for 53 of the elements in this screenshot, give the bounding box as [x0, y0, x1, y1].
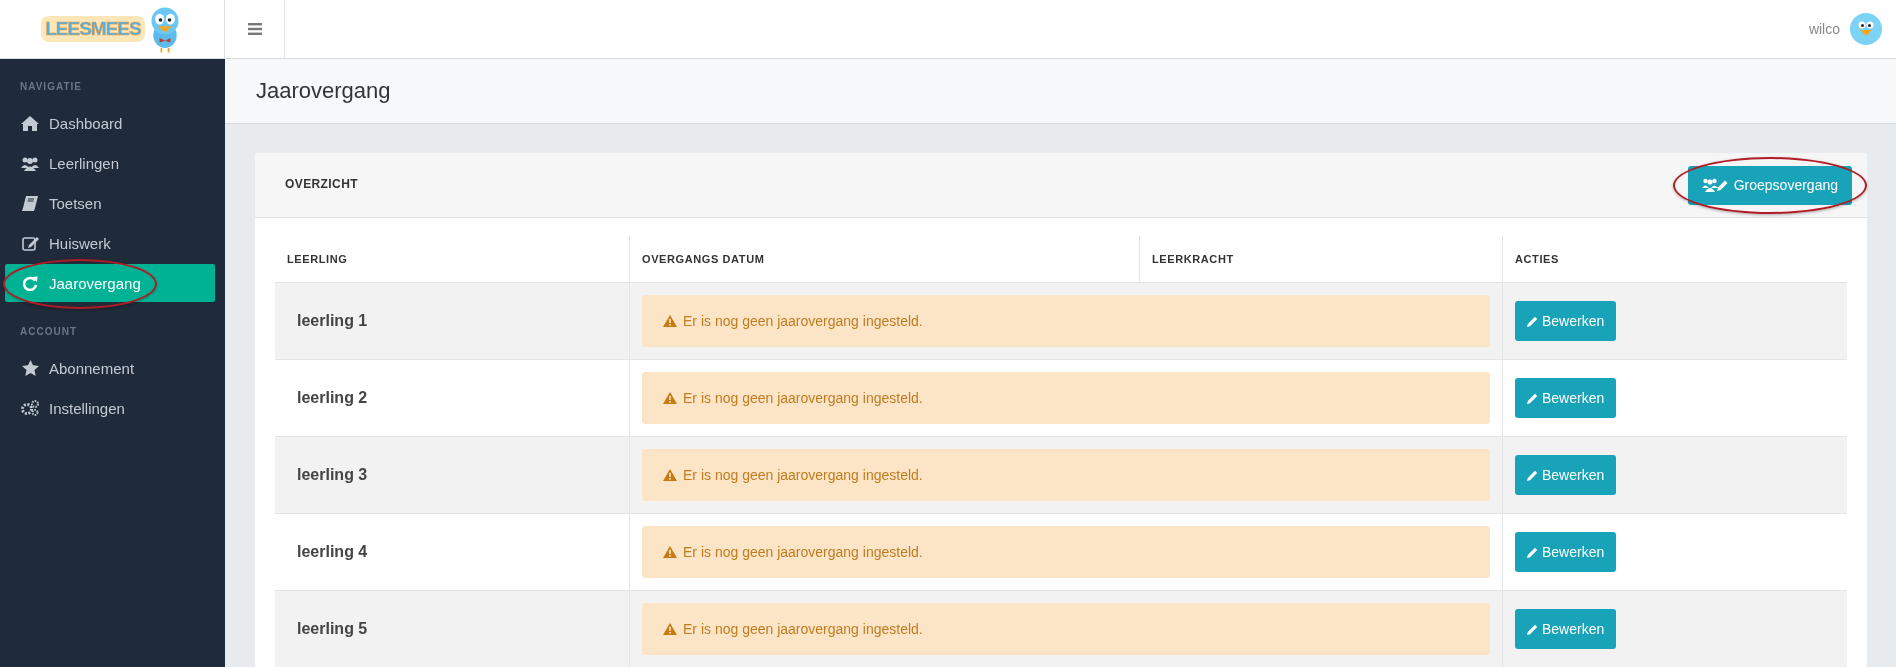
student-name: leerling 3: [297, 466, 368, 484]
alert-text: Er is nog geen jaarovergang ingesteld.: [683, 544, 923, 560]
nav-item[interactable]: Dashboard: [5, 104, 215, 142]
alert-text: Er is nog geen jaarovergang ingesteld.: [683, 313, 923, 329]
column-header: OVERGANGS DATUM: [642, 253, 765, 265]
home-icon: [21, 115, 39, 131]
edit-button[interactable]: Bewerken: [1515, 455, 1617, 495]
pencil-icon: [1527, 469, 1538, 481]
book-icon: [22, 195, 38, 211]
warning-icon: [663, 392, 677, 404]
alert-text: Er is nog geen jaarovergang ingesteld.: [683, 467, 923, 483]
pencil-icon: [1527, 546, 1538, 558]
nav-section-heading: NAVIGATIE: [19, 81, 83, 94]
group-transition-button[interactable]: Groepsovergang: [1687, 165, 1852, 205]
warning-icon: [663, 469, 677, 481]
student-name: leerling 5: [297, 620, 368, 638]
warning-icon: [663, 315, 677, 327]
edit-icon: [21, 235, 39, 251]
warning-icon: [663, 623, 677, 635]
gears-icon: [21, 400, 39, 416]
nav-item[interactable]: Abonnement: [5, 349, 215, 387]
pencil-icon: [1527, 315, 1538, 327]
nav-item[interactable]: Jaarovergang: [5, 264, 215, 302]
column-header: ACTIES: [1515, 253, 1559, 265]
users-edit-icon: [1701, 178, 1728, 192]
menu-icon: [247, 23, 262, 35]
edit-button[interactable]: Bewerken: [1515, 609, 1617, 649]
refresh-icon: [22, 275, 38, 291]
student-name: leerling 1: [297, 312, 368, 330]
column-header: LEERKRACHT: [1152, 253, 1234, 265]
warning-icon: [663, 546, 677, 558]
logo-text: LEESMEES: [41, 16, 145, 42]
users-icon: [21, 155, 39, 171]
edit-button[interactable]: Bewerken: [1515, 378, 1617, 418]
nav-item[interactable]: Toetsen: [5, 184, 215, 222]
card-title: OVERZICHT: [285, 177, 358, 191]
edit-button[interactable]: Bewerken: [1515, 532, 1617, 572]
alert-text: Er is nog geen jaarovergang ingesteld.: [683, 390, 923, 406]
star-icon: [21, 360, 39, 376]
nav-item[interactable]: Instellingen: [5, 389, 215, 427]
leesmees-logo[interactable]: LEESMEES: [41, 4, 183, 54]
edit-button[interactable]: Bewerken: [1515, 301, 1617, 341]
student-name: leerling 2: [297, 389, 368, 407]
user-name[interactable]: wilco: [1808, 21, 1840, 37]
pencil-icon: [1527, 623, 1538, 635]
page-title: Jaarovergang: [256, 78, 391, 104]
nav-item[interactable]: Leerlingen: [5, 144, 215, 182]
nav-item[interactable]: Huiswerk: [5, 224, 215, 262]
student-name: leerling 4: [297, 543, 368, 561]
alert-text: Er is nog geen jaarovergang ingesteld.: [683, 621, 923, 637]
nav-section-heading: ACCOUNT: [19, 325, 78, 339]
column-header: LEERLING: [287, 253, 348, 265]
pencil-icon: [1527, 392, 1538, 404]
